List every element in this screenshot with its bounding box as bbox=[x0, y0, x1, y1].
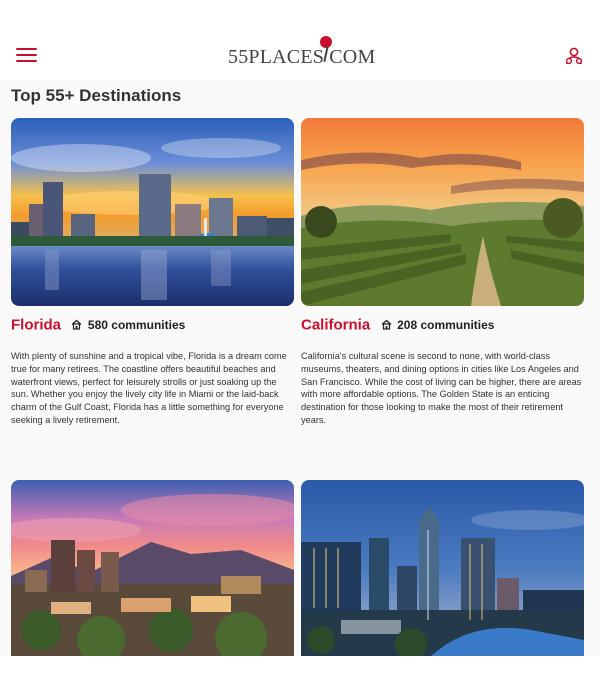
destination-description: With plenty of sunshine and a tropical v… bbox=[11, 351, 287, 425]
card-title-row: Florida 580 communities bbox=[11, 316, 185, 336]
site-header: 55PLACES COM bbox=[0, 0, 600, 80]
logo-text: 55PLACES COM bbox=[228, 46, 376, 68]
community-count: 580 communities bbox=[87, 317, 186, 332]
home-icon bbox=[72, 319, 82, 330]
destination-description: California's cultural scene is second to… bbox=[301, 351, 582, 425]
destination-photo-4[interactable] bbox=[301, 480, 584, 656]
bottom-bar bbox=[0, 656, 600, 680]
home-icon bbox=[381, 319, 392, 330]
destinations-page: Top 55+ Destinations Florida 580 communi… bbox=[0, 80, 600, 656]
site-logo[interactable]: 55PLACES COM bbox=[228, 36, 378, 70]
destination-name[interactable]: Florida bbox=[11, 316, 61, 333]
user-icon[interactable] bbox=[564, 46, 584, 66]
section-title: Top 55+ Destinations bbox=[11, 86, 182, 105]
destination-photo-3[interactable] bbox=[11, 480, 294, 656]
community-count: 208 communities bbox=[397, 317, 495, 332]
card-title-row: California 208 communities bbox=[301, 316, 494, 336]
california-photo[interactable] bbox=[301, 118, 584, 306]
destination-name[interactable]: California bbox=[301, 316, 370, 333]
florida-photo[interactable] bbox=[11, 118, 294, 306]
hamburger-menu-icon[interactable] bbox=[16, 48, 38, 64]
